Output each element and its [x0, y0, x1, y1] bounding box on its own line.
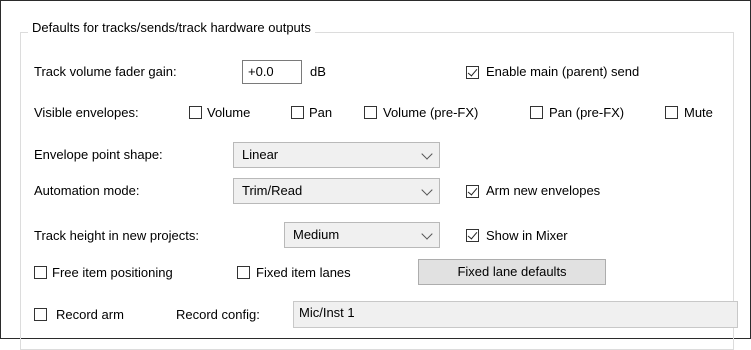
free-positioning-label[interactable]: Free item positioning — [52, 265, 173, 281]
show-mixer-label[interactable]: Show in Mixer — [486, 228, 568, 244]
fixed-lanes-label[interactable]: Fixed item lanes — [256, 265, 351, 281]
fader-gain-unit: dB — [310, 64, 326, 79]
main-send-label[interactable]: Enable main (parent) send — [486, 64, 639, 80]
track-height-label: Track height in new projects: — [34, 228, 199, 243]
record-arm-checkbox[interactable] — [34, 308, 47, 321]
envelope-pan-checkbox[interactable] — [291, 106, 304, 119]
envelope-mute-checkbox[interactable] — [665, 106, 678, 119]
envelope-mute-label[interactable]: Mute — [684, 105, 713, 121]
show-mixer-checkbox[interactable] — [466, 229, 479, 242]
envelope-volume-prefx-label[interactable]: Volume (pre-FX) — [383, 105, 478, 121]
record-config-field[interactable]: Mic/Inst 1 — [293, 301, 738, 328]
chevron-down-icon — [421, 184, 433, 196]
group-title: Defaults for tracks/sends/track hardware… — [28, 20, 315, 36]
arm-envelopes-checkbox[interactable] — [466, 185, 479, 198]
chevron-down-icon — [421, 228, 433, 240]
chevron-down-icon — [421, 148, 433, 160]
automation-mode-value: Trim/Read — [242, 183, 303, 198]
track-height-dropdown[interactable]: Medium — [284, 222, 440, 248]
visible-envelopes-label: Visible envelopes: — [34, 105, 139, 120]
fader-gain-input[interactable]: +0.0 — [242, 60, 302, 84]
envelope-pan-prefx-label[interactable]: Pan (pre-FX) — [549, 105, 624, 121]
fixed-lane-defaults-button[interactable]: Fixed lane defaults — [418, 259, 606, 285]
envelope-shape-value: Linear — [242, 147, 279, 162]
envelope-pan-prefx-checkbox[interactable] — [530, 106, 543, 119]
envelope-shape-dropdown[interactable]: Linear — [233, 142, 440, 168]
envelope-volume-checkbox[interactable] — [189, 106, 202, 119]
envelope-shape-label: Envelope point shape: — [34, 147, 163, 162]
fader-gain-label: Track volume fader gain: — [34, 64, 177, 79]
free-positioning-checkbox[interactable] — [34, 266, 47, 279]
record-config-label: Record config: — [176, 307, 260, 322]
automation-mode-label: Automation mode: — [34, 183, 140, 198]
fixed-lanes-checkbox[interactable] — [237, 266, 250, 279]
envelope-volume-prefx-checkbox[interactable] — [364, 106, 377, 119]
envelope-pan-label[interactable]: Pan — [309, 105, 332, 121]
arm-envelopes-label[interactable]: Arm new envelopes — [486, 183, 600, 199]
record-arm-label[interactable]: Record arm — [56, 307, 124, 323]
track-height-value: Medium — [293, 227, 340, 242]
envelope-volume-label[interactable]: Volume — [207, 105, 250, 121]
main-send-checkbox[interactable] — [466, 66, 479, 79]
automation-mode-dropdown[interactable]: Trim/Read — [233, 178, 440, 204]
